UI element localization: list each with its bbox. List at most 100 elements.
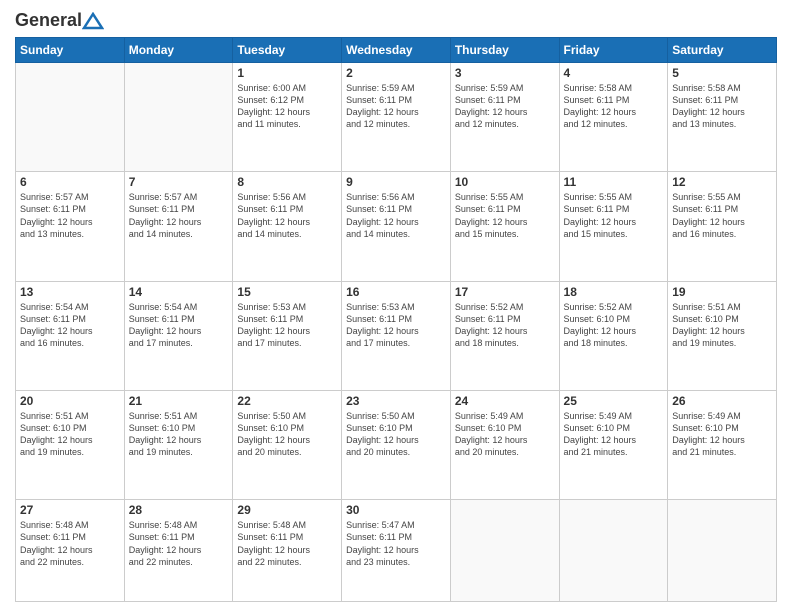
day-info: Sunrise: 5:55 AMSunset: 6:11 PMDaylight:… bbox=[672, 191, 772, 240]
day-number: 8 bbox=[237, 175, 337, 189]
day-number: 17 bbox=[455, 285, 555, 299]
day-number: 19 bbox=[672, 285, 772, 299]
weekday-header-tuesday: Tuesday bbox=[233, 38, 342, 63]
day-info: Sunrise: 5:55 AMSunset: 6:11 PMDaylight:… bbox=[455, 191, 555, 240]
calendar-cell: 28 Sunrise: 5:48 AMSunset: 6:11 PMDayligh… bbox=[124, 500, 233, 602]
calendar-cell: 17 Sunrise: 5:52 AMSunset: 6:11 PMDayligh… bbox=[450, 281, 559, 390]
day-info: Sunrise: 5:58 AMSunset: 6:11 PMDaylight:… bbox=[672, 82, 772, 131]
calendar-cell: 22 Sunrise: 5:50 AMSunset: 6:10 PMDayligh… bbox=[233, 390, 342, 499]
day-number: 21 bbox=[129, 394, 229, 408]
day-info: Sunrise: 5:54 AMSunset: 6:11 PMDaylight:… bbox=[129, 301, 229, 350]
day-info: Sunrise: 5:50 AMSunset: 6:10 PMDaylight:… bbox=[237, 410, 337, 459]
week-row-0: 1 Sunrise: 6:00 AMSunset: 6:12 PMDaylight… bbox=[16, 63, 777, 172]
calendar-cell: 18 Sunrise: 5:52 AMSunset: 6:10 PMDayligh… bbox=[559, 281, 668, 390]
header: General bbox=[15, 10, 777, 29]
calendar-cell: 8 Sunrise: 5:56 AMSunset: 6:11 PMDaylight… bbox=[233, 172, 342, 281]
calendar-cell bbox=[559, 500, 668, 602]
day-number: 3 bbox=[455, 66, 555, 80]
calendar-table: SundayMondayTuesdayWednesdayThursdayFrid… bbox=[15, 37, 777, 602]
calendar-cell bbox=[450, 500, 559, 602]
day-number: 18 bbox=[564, 285, 664, 299]
calendar-cell: 7 Sunrise: 5:57 AMSunset: 6:11 PMDaylight… bbox=[124, 172, 233, 281]
day-number: 4 bbox=[564, 66, 664, 80]
weekday-header-monday: Monday bbox=[124, 38, 233, 63]
day-info: Sunrise: 5:57 AMSunset: 6:11 PMDaylight:… bbox=[129, 191, 229, 240]
day-info: Sunrise: 5:49 AMSunset: 6:10 PMDaylight:… bbox=[672, 410, 772, 459]
day-info: Sunrise: 5:54 AMSunset: 6:11 PMDaylight:… bbox=[20, 301, 120, 350]
calendar-cell: 3 Sunrise: 5:59 AMSunset: 6:11 PMDaylight… bbox=[450, 63, 559, 172]
weekday-header-thursday: Thursday bbox=[450, 38, 559, 63]
calendar-cell: 20 Sunrise: 5:51 AMSunset: 6:10 PMDayligh… bbox=[16, 390, 125, 499]
day-info: Sunrise: 5:52 AMSunset: 6:11 PMDaylight:… bbox=[455, 301, 555, 350]
day-number: 10 bbox=[455, 175, 555, 189]
day-info: Sunrise: 5:49 AMSunset: 6:10 PMDaylight:… bbox=[564, 410, 664, 459]
day-number: 27 bbox=[20, 503, 120, 517]
day-number: 26 bbox=[672, 394, 772, 408]
calendar-cell bbox=[124, 63, 233, 172]
logo: General bbox=[15, 10, 104, 29]
calendar-cell bbox=[16, 63, 125, 172]
day-info: Sunrise: 5:57 AMSunset: 6:11 PMDaylight:… bbox=[20, 191, 120, 240]
day-info: Sunrise: 5:59 AMSunset: 6:11 PMDaylight:… bbox=[346, 82, 446, 131]
day-info: Sunrise: 6:00 AMSunset: 6:12 PMDaylight:… bbox=[237, 82, 337, 131]
day-number: 12 bbox=[672, 175, 772, 189]
day-number: 7 bbox=[129, 175, 229, 189]
calendar-cell: 25 Sunrise: 5:49 AMSunset: 6:10 PMDayligh… bbox=[559, 390, 668, 499]
day-info: Sunrise: 5:56 AMSunset: 6:11 PMDaylight:… bbox=[237, 191, 337, 240]
day-info: Sunrise: 5:49 AMSunset: 6:10 PMDaylight:… bbox=[455, 410, 555, 459]
day-number: 29 bbox=[237, 503, 337, 517]
calendar-cell bbox=[668, 500, 777, 602]
day-info: Sunrise: 5:53 AMSunset: 6:11 PMDaylight:… bbox=[346, 301, 446, 350]
day-number: 28 bbox=[129, 503, 229, 517]
calendar-cell: 2 Sunrise: 5:59 AMSunset: 6:11 PMDaylight… bbox=[342, 63, 451, 172]
week-row-2: 13 Sunrise: 5:54 AMSunset: 6:11 PMDayligh… bbox=[16, 281, 777, 390]
calendar-cell: 1 Sunrise: 6:00 AMSunset: 6:12 PMDaylight… bbox=[233, 63, 342, 172]
day-number: 30 bbox=[346, 503, 446, 517]
day-number: 14 bbox=[129, 285, 229, 299]
calendar-cell: 6 Sunrise: 5:57 AMSunset: 6:11 PMDaylight… bbox=[16, 172, 125, 281]
day-info: Sunrise: 5:52 AMSunset: 6:10 PMDaylight:… bbox=[564, 301, 664, 350]
calendar-cell: 11 Sunrise: 5:55 AMSunset: 6:11 PMDayligh… bbox=[559, 172, 668, 281]
calendar-cell: 21 Sunrise: 5:51 AMSunset: 6:10 PMDayligh… bbox=[124, 390, 233, 499]
calendar-cell: 27Sunrise: 5:48 AMSunset: 6:11 PMDayligh… bbox=[16, 500, 125, 602]
day-number: 11 bbox=[564, 175, 664, 189]
day-number: 2 bbox=[346, 66, 446, 80]
logo-icon bbox=[82, 12, 104, 30]
calendar-cell: 26 Sunrise: 5:49 AMSunset: 6:10 PMDayligh… bbox=[668, 390, 777, 499]
day-info: Sunrise: 5:48 AMSunset: 6:11 PMDaylight:… bbox=[237, 519, 337, 568]
calendar-cell: 30Sunrise: 5:47 AMSunset: 6:11 PMDayligh… bbox=[342, 500, 451, 602]
calendar-cell: 14 Sunrise: 5:54 AMSunset: 6:11 PMDayligh… bbox=[124, 281, 233, 390]
day-info: Sunrise: 5:56 AMSunset: 6:11 PMDaylight:… bbox=[346, 191, 446, 240]
calendar-cell: 5 Sunrise: 5:58 AMSunset: 6:11 PMDaylight… bbox=[668, 63, 777, 172]
calendar-cell: 23Sunrise: 5:50 AMSunset: 6:10 PMDayligh… bbox=[342, 390, 451, 499]
week-row-4: 27 Sunrise: 5:48 AMSunset: 6:11 PMDayligh… bbox=[16, 500, 777, 602]
day-number: 9 bbox=[346, 175, 446, 189]
day-number: 25 bbox=[564, 394, 664, 408]
day-number: 5 bbox=[672, 66, 772, 80]
day-number: 1 bbox=[237, 66, 337, 80]
day-info: Sunrise: 5:55 AMSunset: 6:11 PMDaylight:… bbox=[564, 191, 664, 240]
day-info: Sunrise: 5:58 AMSunset: 6:11 PMDaylight:… bbox=[564, 82, 664, 131]
day-number: 6 bbox=[20, 175, 120, 189]
weekday-header-row: SundayMondayTuesdayWednesdayThursdayFrid… bbox=[16, 38, 777, 63]
weekday-header-wednesday: Wednesday bbox=[342, 38, 451, 63]
calendar-cell: 9 Sunrise: 5:56 AMSunset: 6:11 PMDaylight… bbox=[342, 172, 451, 281]
calendar-cell: 15Sunrise: 5:53 AMSunset: 6:11 PMDayligh… bbox=[233, 281, 342, 390]
day-number: 13 bbox=[20, 285, 120, 299]
logo-general: General bbox=[15, 10, 82, 31]
calendar-cell: 10 Sunrise: 5:55 AMSunset: 6:11 PMDayligh… bbox=[450, 172, 559, 281]
calendar-cell: 16 Sunrise: 5:53 AMSunset: 6:11 PMDayligh… bbox=[342, 281, 451, 390]
day-info: Sunrise: 5:51 AMSunset: 6:10 PMDaylight:… bbox=[20, 410, 120, 459]
calendar-cell: 4 Sunrise: 5:58 AMSunset: 6:11 PMDaylight… bbox=[559, 63, 668, 172]
weekday-header-sunday: Sunday bbox=[16, 38, 125, 63]
calendar-cell: 13 Sunrise: 5:54 AMSunset: 6:11 PMDayligh… bbox=[16, 281, 125, 390]
day-info: Sunrise: 5:48 AMSunset: 6:11 PMDaylight:… bbox=[129, 519, 229, 568]
day-number: 16 bbox=[346, 285, 446, 299]
day-number: 22 bbox=[237, 394, 337, 408]
day-number: 20 bbox=[20, 394, 120, 408]
calendar-cell: 12 Sunrise: 5:55 AMSunset: 6:11 PMDayligh… bbox=[668, 172, 777, 281]
page: General SundayMondayTuesdayWednesdayThur… bbox=[0, 0, 792, 612]
day-info: Sunrise: 5:59 AMSunset: 6:11 PMDaylight:… bbox=[455, 82, 555, 131]
week-row-3: 20 Sunrise: 5:51 AMSunset: 6:10 PMDayligh… bbox=[16, 390, 777, 499]
day-info: Sunrise: 5:51 AMSunset: 6:10 PMDaylight:… bbox=[129, 410, 229, 459]
